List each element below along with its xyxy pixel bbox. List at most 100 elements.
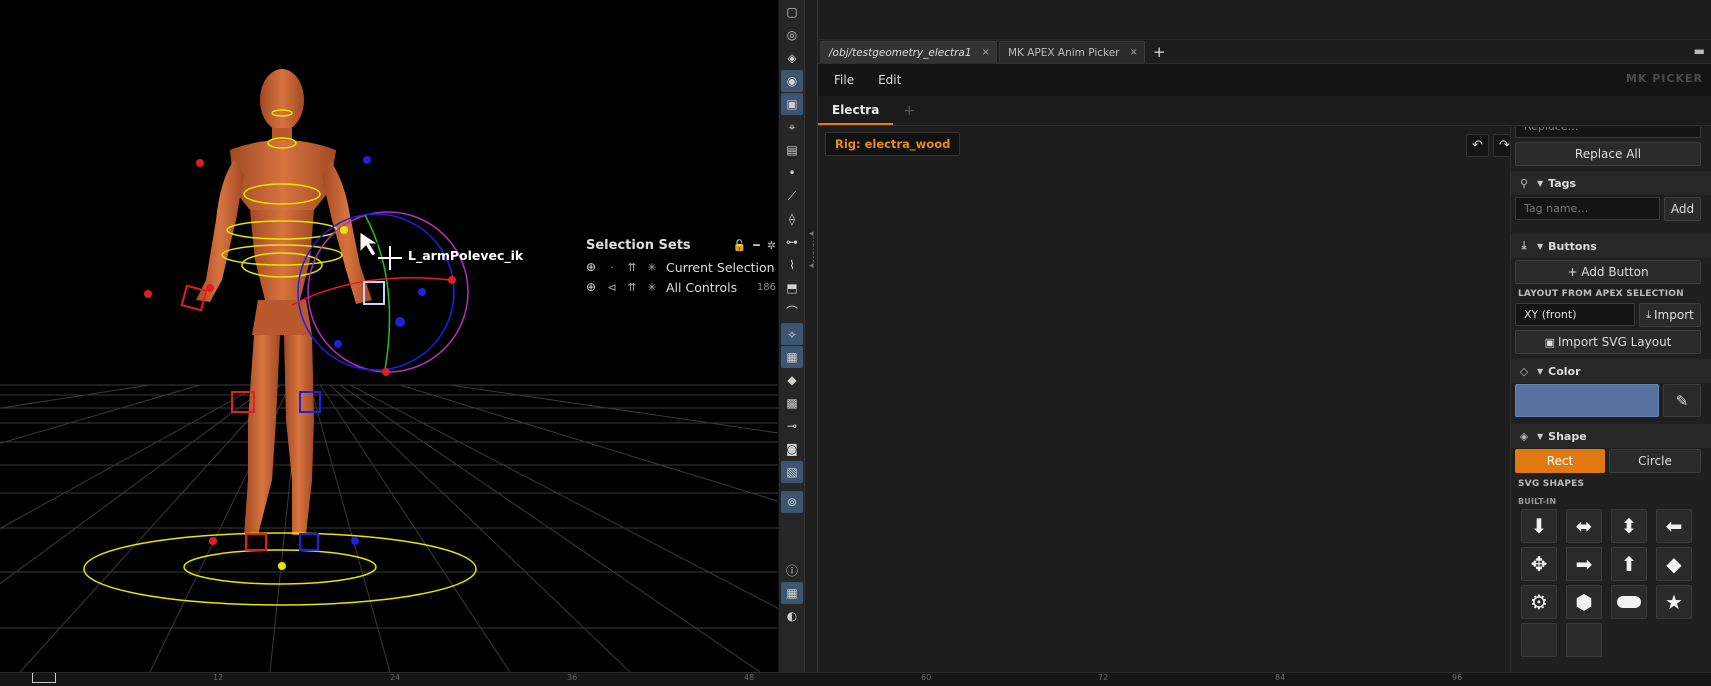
color-section-header[interactable]: ◇ ▼ Color <box>1511 359 1711 383</box>
pose-icon[interactable]: ◈ <box>781 47 803 69</box>
grab-icon[interactable]: ⊶ <box>781 231 803 253</box>
image-icon: ▣ <box>1544 335 1556 349</box>
add-button-button[interactable]: + Add Button <box>1515 260 1701 284</box>
pill-icon[interactable] <box>1611 585 1647 619</box>
paint-icon[interactable]: ▤ <box>781 139 803 161</box>
triangle-down-icon: ▼ <box>1537 241 1544 251</box>
arrow-left-icon[interactable]: ⬅ <box>1656 509 1692 543</box>
arrow-down-icon[interactable]: ⬇ <box>1521 509 1557 543</box>
star-icon[interactable]: ★ <box>1656 585 1692 619</box>
tag-name-input[interactable]: Tag name… <box>1515 197 1660 220</box>
timeline-tick: 84 <box>1275 673 1286 682</box>
pane-splitter[interactable]: ◂ ⋮ ⋮ ⋮ ◂ <box>804 0 818 672</box>
asterisk-icon[interactable]: ✳ <box>642 281 662 294</box>
knife-icon[interactable]: ⟠ <box>781 208 803 230</box>
import-svg-label: Import SVG Layout <box>1558 335 1672 349</box>
diamond-icon[interactable]: ◆ <box>1656 547 1692 581</box>
selection-set-row[interactable]: ⊕ · ⇈ ✳ Current Selection <box>586 257 776 277</box>
tab-label: /obj/testgeometry_electra1 <box>829 46 972 59</box>
image-icon[interactable]: ▧ <box>781 461 803 483</box>
import-button[interactable]: ⤓ Import <box>1639 303 1701 327</box>
add-document-icon[interactable]: + <box>893 96 925 125</box>
curve-icon[interactable]: ⌒ <box>781 300 803 322</box>
shape-section-header[interactable]: ◈ ▼ Shape <box>1511 424 1711 448</box>
picker-sidebar: Replace… Replace All ⚲ ▼ Tags Tag name… A… <box>1510 127 1711 672</box>
minus-icon[interactable]: ━ <box>753 239 760 252</box>
lock-icon[interactable]: 🔓 <box>732 239 746 252</box>
sculpt-icon[interactable]: ⌇ <box>781 254 803 276</box>
3d-viewport[interactable]: L_armPolevec_ik Selection Sets 🔓 ━ ✲ ⊕ ·… <box>0 0 778 672</box>
eyedropper-icon[interactable]: ✎ <box>1663 384 1701 417</box>
frame-icon[interactable]: ◙ <box>781 438 803 460</box>
asterisk-icon[interactable]: ✳ <box>642 261 662 274</box>
tab-label: MK APEX Anim Picker <box>1007 46 1120 59</box>
menu-edit[interactable]: Edit <box>878 73 901 87</box>
shape-more-icon[interactable] <box>1566 623 1602 657</box>
add-tag-button[interactable]: Add <box>1664 197 1701 221</box>
gear-icon[interactable]: ⚙ <box>1521 585 1557 619</box>
tab-anim-picker[interactable]: MK APEX Anim Picker × <box>998 41 1145 63</box>
shape-more-icon[interactable] <box>1521 623 1557 657</box>
stamp-icon[interactable]: ▦ <box>781 346 803 368</box>
pin-icon[interactable]: ⊲ <box>602 281 622 294</box>
timeline[interactable]: 12 24 36 48 60 72 84 96 <box>0 672 1711 686</box>
arrow-up-down-icon[interactable]: ⬍ <box>1611 509 1647 543</box>
view-icon[interactable]: ◎ <box>781 24 803 46</box>
arrow-left-right-icon[interactable]: ⬌ <box>1566 509 1602 543</box>
edge-icon[interactable]: ⟋ <box>781 185 803 207</box>
grid-icon[interactable]: ▦ <box>781 582 803 604</box>
import-svg-button[interactable]: ▣ Import SVG Layout <box>1515 330 1701 354</box>
triangle-down-icon: ▼ <box>1537 178 1544 188</box>
timeline-tick: 60 <box>921 673 932 682</box>
close-icon[interactable]: × <box>982 47 990 58</box>
tab-electra[interactable]: Electra <box>818 96 894 125</box>
menu-file[interactable]: File <box>834 73 854 87</box>
playhead[interactable] <box>32 673 56 683</box>
add-circle-icon[interactable]: ⊕ <box>586 260 602 274</box>
triangle-down-icon: ▼ <box>1537 431 1544 441</box>
pin-icon: ⚲ <box>1519 176 1529 190</box>
info-icon[interactable]: ⓘ <box>781 559 803 581</box>
arrow-up-icon[interactable]: ⬆ <box>1611 547 1647 581</box>
pane-menu-icon[interactable]: ▬ <box>1694 44 1705 58</box>
surface-icon[interactable]: ▩ <box>781 392 803 414</box>
selection-set-count: 186 <box>756 281 776 293</box>
camera-icon[interactable]: ⌖ <box>781 116 803 138</box>
tags-section-header[interactable]: ⚲ ▼ Tags <box>1511 171 1711 195</box>
hexagon-icon[interactable]: ⬢ <box>1566 585 1602 619</box>
select-icon[interactable]: ▢ <box>781 1 803 23</box>
tab-network-path[interactable]: /obj/testgeometry_electra1 × <box>820 41 997 63</box>
cube-icon[interactable]: ⬒ <box>781 277 803 299</box>
circle-shape-button[interactable]: Circle <box>1609 449 1701 473</box>
settings-icon[interactable]: ✲ <box>767 239 776 252</box>
bend-icon[interactable]: ⟡ <box>781 323 803 345</box>
close-icon[interactable]: × <box>1130 47 1138 58</box>
picker-canvas[interactable]: Rig: electra_wood ↶ ↷ <box>818 127 1516 672</box>
layer-icon[interactable]: ◆ <box>781 369 803 391</box>
timeline-tick: 96 <box>1452 673 1463 682</box>
selection-set-row[interactable]: ⊕ ⊲ ⇈ ✳ All Controls 186 <box>586 277 776 297</box>
undo-icon[interactable]: ↶ <box>1466 134 1489 157</box>
handle-icon[interactable]: ◉ <box>781 70 803 92</box>
eye-icon[interactable]: ◐ <box>781 605 803 627</box>
color-swatch[interactable] <box>1515 384 1659 417</box>
selection-set-label: All Controls <box>666 279 738 295</box>
select-arrow-icon[interactable]: ⇈ <box>622 281 642 294</box>
plane-select[interactable]: XY (front) <box>1515 303 1635 326</box>
rect-shape-button[interactable]: Rect <box>1515 449 1605 473</box>
buttons-section-header[interactable]: ⤓ ▼ Buttons <box>1511 234 1711 258</box>
replace-field[interactable]: Replace… <box>1515 127 1701 138</box>
blank-icon: · <box>610 260 614 274</box>
brush-icon[interactable]: ▣ <box>781 93 803 115</box>
arrow-right-icon[interactable]: ➡ <box>1566 547 1602 581</box>
replace-all-button[interactable]: Replace All <box>1515 142 1701 166</box>
add-circle-icon[interactable]: ⊕ <box>586 280 602 294</box>
add-tab-icon[interactable]: + <box>1153 41 1166 63</box>
pin-icon[interactable]: ⊸ <box>781 415 803 437</box>
location-icon[interactable]: ⊚ <box>781 491 803 513</box>
import-label: Import <box>1654 308 1694 322</box>
point-icon[interactable]: • <box>781 162 803 184</box>
tags-title: Tags <box>1548 176 1577 190</box>
select-arrow-icon[interactable]: ⇈ <box>622 261 642 274</box>
move-icon[interactable]: ✥ <box>1521 547 1557 581</box>
